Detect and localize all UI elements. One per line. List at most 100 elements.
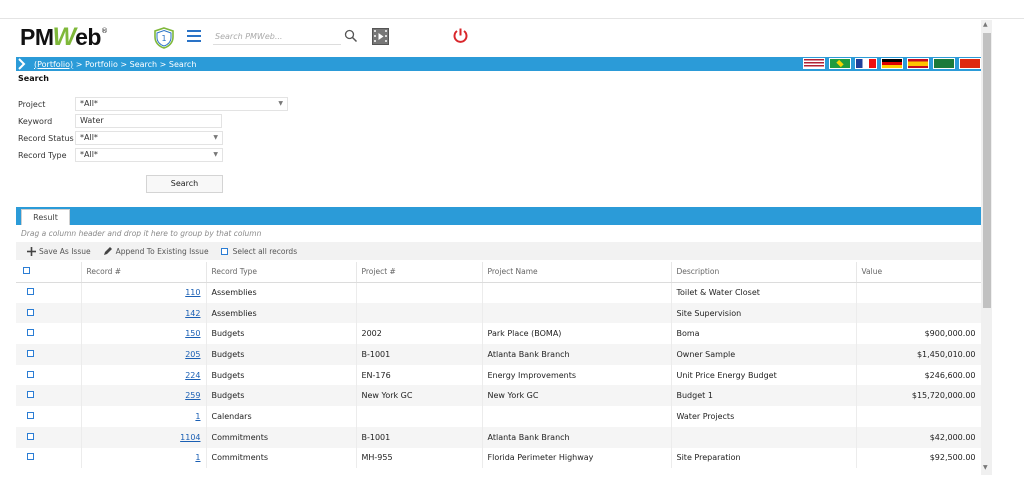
record-type-select[interactable]: *All* ▼ (75, 148, 223, 162)
table-row: 1 Calendars Water Projects (16, 406, 982, 427)
column-header-record-type[interactable]: Record Type (206, 262, 357, 283)
record-number-link[interactable]: 259 (185, 391, 200, 400)
project-number-cell: B-1001 (356, 426, 483, 448)
select-all-records-button[interactable]: Select all records (220, 247, 297, 256)
table-row: 110 Assemblies Toilet & Water Closet (16, 282, 982, 303)
record-type-cell: Calendars (206, 406, 357, 427)
flag-france-icon[interactable] (855, 58, 877, 69)
breadcrumb-portfolio-link[interactable]: (Portfolio) (34, 60, 73, 69)
project-select[interactable]: *All* ▼ (75, 97, 288, 111)
project-number-cell: 2002 (356, 323, 483, 345)
select-all-checkbox[interactable] (220, 247, 228, 255)
column-header-project-name[interactable]: Project Name (482, 262, 672, 283)
plus-icon (27, 246, 36, 256)
description-cell: Site Supervision (671, 302, 857, 324)
scroll-down-arrow-icon[interactable]: ▼ (983, 464, 988, 471)
row-checkbox[interactable] (27, 411, 34, 419)
column-header-description[interactable]: Description (671, 262, 857, 283)
value-cell (856, 406, 982, 427)
svg-text:1: 1 (161, 34, 166, 43)
record-number-link[interactable]: 224 (185, 371, 200, 380)
append-to-existing-issue-button[interactable]: Append To Existing Issue (103, 246, 209, 256)
search-icon[interactable] (344, 29, 358, 43)
row-checkbox[interactable] (27, 370, 34, 378)
scrollbar-thumb[interactable] (983, 33, 991, 308)
row-checkbox[interactable] (27, 349, 34, 357)
video-tutorial-icon[interactable] (372, 28, 389, 45)
shield-icon[interactable]: 1 (152, 26, 176, 50)
row-checkbox[interactable] (27, 391, 34, 399)
project-name-cell: Florida Perimeter Highway (482, 447, 672, 469)
project-number-cell (356, 406, 483, 427)
table-row: 150 Budgets 2002 Park Place (BOMA) Boma … (16, 323, 982, 345)
project-name-cell (482, 282, 672, 303)
project-name-cell: Park Place (BOMA) (482, 323, 672, 345)
value-cell: $246,600.00 (856, 364, 982, 386)
chevron-down-icon: ▼ (213, 134, 218, 141)
table-row: 224 Budgets EN-176 Energy Improvements U… (16, 364, 982, 386)
record-number-link[interactable]: 142 (185, 309, 200, 318)
description-cell: Water Projects (671, 406, 857, 427)
value-cell: $900,000.00 (856, 323, 982, 345)
value-cell: $92,500.00 (856, 447, 982, 469)
group-by-drop-zone[interactable]: Drag a column header and drop it here to… (21, 229, 261, 238)
record-number-link[interactable]: 110 (185, 288, 200, 297)
record-type-cell: Assemblies (206, 282, 357, 303)
pmweb-logo[interactable]: PM Web ® (20, 23, 108, 51)
record-number-link[interactable]: 150 (185, 329, 200, 338)
pencil-icon (103, 247, 112, 255)
value-cell: $1,450,010.00 (856, 344, 982, 365)
record-number-link[interactable]: 1 (195, 453, 200, 462)
project-number-cell: EN-176 (356, 364, 483, 386)
header-select-checkbox[interactable] (23, 267, 30, 275)
row-checkbox[interactable] (27, 288, 34, 296)
flag-us-icon[interactable] (803, 58, 825, 69)
project-name-cell: Energy Improvements (482, 364, 672, 386)
record-status-label: Record Status (18, 134, 74, 143)
keyword-input[interactable]: Water (75, 114, 222, 128)
project-number-cell (356, 302, 483, 324)
description-cell: Toilet & Water Closet (671, 282, 857, 303)
record-number-link[interactable]: 1 (195, 412, 200, 421)
record-type-cell: Commitments (206, 426, 357, 448)
column-header-project-number[interactable]: Project # (356, 262, 483, 283)
row-checkbox[interactable] (27, 329, 34, 337)
row-checkbox[interactable] (27, 453, 34, 461)
record-type-cell: Commitments (206, 447, 357, 469)
row-checkbox[interactable] (27, 432, 34, 440)
column-header-record-number[interactable]: Record # (81, 262, 207, 283)
project-number-cell: MH-955 (356, 447, 483, 469)
flag-spain-icon[interactable] (907, 58, 929, 69)
project-name-cell (482, 302, 672, 324)
project-name-cell (482, 406, 672, 427)
project-label: Project (18, 100, 46, 109)
row-checkbox[interactable] (27, 308, 34, 316)
hamburger-menu-icon[interactable] (187, 30, 201, 42)
flag-saudi-icon[interactable] (933, 58, 955, 69)
result-tab-bar (16, 207, 981, 225)
global-search-input[interactable] (213, 28, 341, 45)
breadcrumb-path: > Portfolio > Search > Search (73, 59, 197, 69)
power-logout-icon[interactable] (452, 27, 469, 44)
record-number-link[interactable]: 1104 (180, 433, 200, 442)
save-as-issue-button[interactable]: Save As Issue (27, 246, 91, 256)
value-cell (856, 302, 982, 324)
project-number-cell: B-1001 (356, 344, 483, 365)
flag-brazil-icon[interactable] (829, 58, 851, 69)
description-cell: Boma (671, 323, 857, 345)
scroll-up-arrow-icon[interactable]: ▲ (983, 21, 988, 28)
project-name-cell: Atlanta Bank Branch (482, 426, 672, 448)
record-status-select[interactable]: *All* ▼ (75, 131, 223, 145)
flag-germany-icon[interactable] (881, 58, 903, 69)
search-button[interactable]: Search (146, 175, 223, 193)
record-number-link[interactable]: 205 (185, 350, 200, 359)
table-row: 1 Commitments MH-955 Florida Perimeter H… (16, 447, 982, 469)
breadcrumb-chevron-icon[interactable] (16, 57, 28, 71)
record-type-cell: Budgets (206, 344, 357, 365)
flag-china-icon[interactable] (959, 58, 981, 69)
tab-result[interactable]: Result (21, 209, 70, 225)
column-header-value[interactable]: Value (856, 262, 982, 283)
record-type-cell: Assemblies (206, 302, 357, 324)
value-cell (856, 282, 982, 303)
project-number-cell: New York GC (356, 385, 483, 407)
